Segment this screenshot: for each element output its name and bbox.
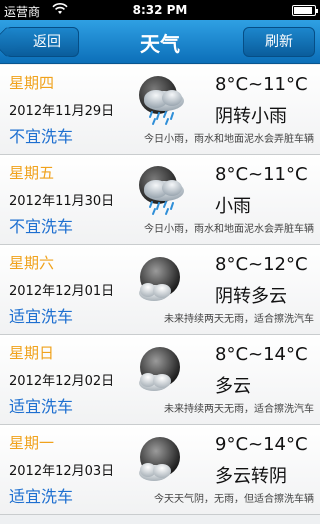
weather-condition: 多云转阴	[215, 466, 287, 487]
date-label: 2012年11月29日	[9, 104, 115, 119]
car-wash-advice: 今日小雨，雨水和地面泥水会弄脏车辆	[144, 224, 314, 235]
date-label: 2012年12月03日	[9, 464, 115, 479]
nav-bar: 返回 天气 刷新	[0, 20, 320, 64]
weekday-label: 星期日	[9, 344, 55, 362]
weather-condition: 多云	[215, 376, 251, 397]
car-wash-advice: 未来持续两天无雨，适合擦洗汽车	[164, 314, 314, 325]
forecast-row[interactable]: 星期六 2012年12月01日 适宜洗车 8°C~12°C 阴转多云 未来持续两…	[0, 245, 320, 335]
battery-icon	[292, 5, 318, 16]
temperature-range: 8°C~11°C	[215, 74, 308, 95]
temperature-range: 9°C~14°C	[215, 434, 308, 455]
rain-cloud-icon	[134, 163, 188, 217]
temperature-range: 8°C~14°C	[215, 344, 308, 365]
weekday-label: 星期六	[9, 254, 55, 272]
battery-level	[294, 7, 312, 14]
forecast-row[interactable]: 星期四 2012年11月29日 不宜洗车 8°C~11°C 阴转小雨 今日小雨，…	[0, 65, 320, 155]
clock: 8:32 PM	[132, 3, 188, 17]
weather-condition: 阴转多云	[215, 286, 287, 307]
car-wash-index: 适宜洗车	[9, 307, 74, 326]
forecast-row[interactable]: 星期一 2012年12月03日 适宜洗车 9°C~14°C 多云转阴 今天天气阴…	[0, 425, 320, 515]
moon-cloud-icon	[134, 433, 188, 487]
forecast-list: 星期四 2012年11月29日 不宜洗车 8°C~11°C 阴转小雨 今日小雨，…	[0, 65, 320, 515]
refresh-button[interactable]: 刷新	[243, 27, 315, 57]
car-wash-advice: 今天天气阴，无雨，但适合擦洗车辆	[154, 494, 314, 505]
moon-cloud-icon	[134, 253, 188, 307]
rain-cloud-icon	[134, 73, 188, 127]
weather-condition: 小雨	[215, 196, 251, 217]
car-wash-index: 适宜洗车	[9, 487, 74, 506]
temperature-range: 8°C~11°C	[215, 164, 308, 185]
forecast-row[interactable]: 星期日 2012年12月02日 适宜洗车 8°C~14°C 多云 未来持续两天无…	[0, 335, 320, 425]
weekday-label: 星期四	[9, 74, 55, 92]
weekday-label: 星期一	[9, 434, 55, 452]
forecast-row[interactable]: 星期五 2012年11月30日 不宜洗车 8°C~11°C 小雨 今日小雨，雨水…	[0, 155, 320, 245]
moon-cloud-icon	[134, 343, 188, 397]
date-label: 2012年12月02日	[9, 374, 115, 389]
temperature-range: 8°C~12°C	[215, 254, 308, 275]
date-label: 2012年12月01日	[9, 284, 115, 299]
car-wash-index: 适宜洗车	[9, 397, 74, 416]
weather-condition: 阴转小雨	[215, 106, 287, 127]
status-bar: 运营商 8:32 PM	[0, 0, 320, 20]
car-wash-index: 不宜洗车	[9, 127, 74, 146]
weekday-label: 星期五	[9, 164, 55, 182]
date-label: 2012年11月30日	[9, 194, 115, 209]
car-wash-advice: 今日小雨，雨水和地面泥水会弄脏车辆	[144, 134, 314, 145]
car-wash-index: 不宜洗车	[9, 217, 74, 236]
car-wash-advice: 未来持续两天无雨，适合擦洗汽车	[164, 404, 314, 415]
